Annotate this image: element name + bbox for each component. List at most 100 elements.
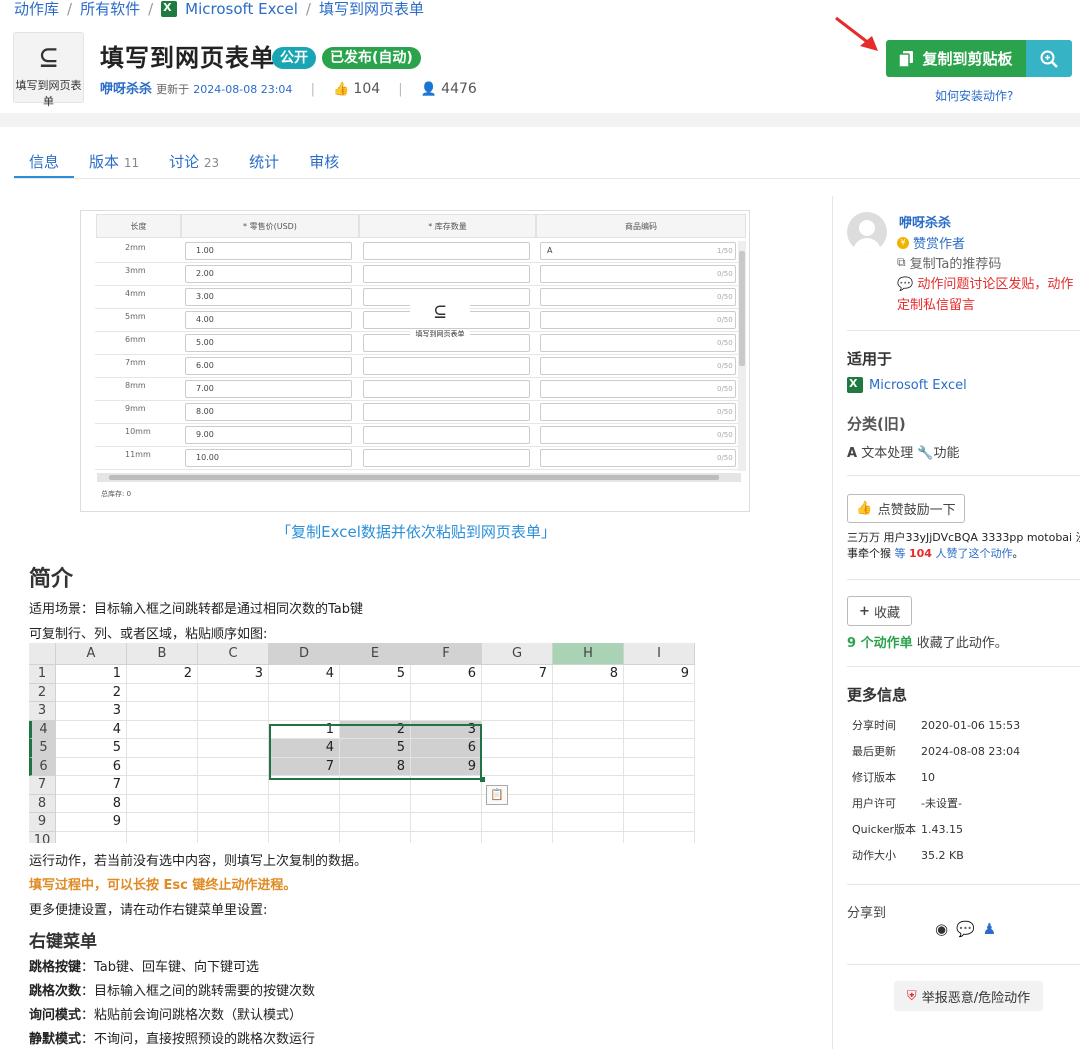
- category-function[interactable]: 功能: [934, 446, 960, 461]
- report-button[interactable]: ⛨ 举报恶意/危险动作: [894, 981, 1043, 1011]
- praise-author-link[interactable]: ¥ 赞赏作者: [897, 233, 965, 252]
- row-label: 2mm: [125, 243, 146, 252]
- action-logo-caption: 填写到网页表单: [15, 79, 82, 108]
- code-input: [540, 380, 736, 398]
- tab-discussion[interactable]: 讨论 23: [154, 147, 234, 179]
- price-input: 4.00: [185, 311, 352, 329]
- price-input: 3.00: [185, 288, 352, 306]
- tab-label: 版本: [89, 153, 120, 171]
- breadcrumb-current-action[interactable]: 填写到网页表单: [319, 0, 424, 19]
- excel-cell: 3: [56, 702, 127, 721]
- info-key: 最后更新: [852, 745, 896, 758]
- tab-info[interactable]: 信息: [14, 147, 75, 179]
- excel-cell: 6: [56, 757, 127, 776]
- excel-cell: [553, 776, 624, 795]
- meta-divider: |: [310, 82, 315, 97]
- excel-icon: [847, 377, 863, 393]
- excel-cell: [269, 702, 340, 721]
- overlay-logo-icon: ⊆: [410, 299, 470, 323]
- excel-cell: [624, 776, 695, 795]
- excel-cell: [198, 831, 269, 843]
- web-form-screenshot: 长度 * 零售价(USD) * 库存数量 商品编码 2mm 1.00 A 1/50 3m…: [80, 210, 750, 512]
- tab-label: 信息: [29, 153, 60, 171]
- likers-names: 三万万 用户33yJjDVcBQA 3333pp motobai 沙: [847, 531, 1080, 544]
- excel-column-header: E: [340, 643, 411, 665]
- applies-excel-link[interactable]: Microsoft Excel: [847, 377, 967, 393]
- excel-cell: [198, 739, 269, 758]
- copy-to-clipboard-button[interactable]: 复制到剪贴板: [886, 40, 1026, 77]
- info-value: -未设置-: [921, 797, 962, 810]
- favorite-button[interactable]: + 收藏: [847, 596, 912, 626]
- sidebar-author-link[interactable]: 咿呀杀杀: [899, 212, 951, 231]
- excel-cell: [269, 831, 340, 843]
- updated-label: 更新于: [156, 83, 190, 96]
- excel-row-header: 4: [29, 720, 56, 739]
- category-text-processing[interactable]: 文本处理: [861, 446, 913, 461]
- sidebar-divider: [847, 330, 1080, 331]
- context-menu-heading: 右键菜单: [29, 932, 97, 952]
- copy-icon: [899, 50, 914, 67]
- copy-button-label: 复制到剪贴板: [922, 50, 1013, 68]
- info-value: 1.43.15: [921, 823, 963, 836]
- breadcrumb-excel[interactable]: Microsoft Excel: [185, 0, 298, 18]
- breadcrumb-all-software[interactable]: 所有软件: [80, 0, 140, 19]
- sidebar-divider: [847, 475, 1080, 476]
- excel-cell: [198, 776, 269, 795]
- tab-statistics[interactable]: 统计: [234, 147, 294, 179]
- tab-label: 审核: [309, 153, 340, 171]
- row-label: 5mm: [125, 312, 146, 321]
- weibo-icon[interactable]: ◉: [935, 920, 948, 938]
- stock-input: [363, 357, 530, 375]
- how-to-install-link[interactable]: 如何安装动作?: [935, 87, 1013, 104]
- excel-cell: 5: [56, 739, 127, 758]
- stock-input: [363, 265, 530, 283]
- excel-cell: [553, 739, 624, 758]
- breadcrumb-action-library[interactable]: 动作库: [14, 0, 59, 19]
- form-row: 9mm 8.00 0/50: [95, 401, 741, 424]
- excel-column-header: H: [553, 643, 624, 665]
- likers-link[interactable]: 等 104 人赞了这个动作: [895, 547, 1013, 560]
- tab-versions[interactable]: 版本 11: [74, 147, 154, 179]
- excel-cell: 6: [411, 665, 482, 684]
- excel-cell: [624, 720, 695, 739]
- excel-cell: 4: [269, 665, 340, 684]
- author-link[interactable]: 咿呀杀杀: [100, 82, 152, 97]
- excel-cell: 9: [624, 665, 695, 684]
- info-row: 最后更新 2024-08-08 23:04: [852, 743, 1020, 759]
- excel-cell: [340, 831, 411, 843]
- stock-input: [363, 403, 530, 421]
- copy-referral-label: 复制Ta的推荐码: [909, 257, 1002, 272]
- breadcrumb-separator: /: [67, 0, 73, 18]
- qq-icon[interactable]: ♟: [983, 920, 996, 938]
- breadcrumb-separator: /: [148, 0, 154, 18]
- tab-underline: [14, 178, 1080, 179]
- excel-row-header: 5: [29, 739, 56, 758]
- stock-input: [363, 380, 530, 398]
- excel-cell: [624, 702, 695, 721]
- info-row: 分享时间 2020-01-06 15:53: [852, 717, 1020, 733]
- author-avatar[interactable]: [847, 212, 887, 252]
- favorite-lists-link[interactable]: 9 个动作单: [847, 636, 913, 651]
- char-counter: 0/50: [717, 293, 733, 301]
- row-label: 9mm: [125, 404, 146, 413]
- excel-cell: [198, 720, 269, 739]
- excel-cell: [553, 683, 624, 702]
- likers-link-prefix: 等: [894, 547, 906, 560]
- row-label: 7mm: [125, 358, 146, 367]
- like-button[interactable]: 👍 点赞鼓励一下: [847, 494, 965, 523]
- copy-referral-link[interactable]: ⧉ 复制Ta的推荐码: [897, 253, 1001, 272]
- tab-review[interactable]: 审核: [294, 147, 354, 179]
- price-input: 9.00: [185, 426, 352, 444]
- form-row: 3mm 2.00 0/50: [95, 263, 741, 286]
- column-header: * 零售价(USD): [181, 214, 359, 238]
- excel-cell: [624, 739, 695, 758]
- price-input: 5.00: [185, 334, 352, 352]
- wechat-icon[interactable]: 💬: [956, 920, 975, 938]
- price-input: 8.00: [185, 403, 352, 421]
- price-input: 2.00: [185, 265, 352, 283]
- excel-column-header: F: [411, 643, 482, 665]
- menu-item: 跳格按键：Tab键、回车键、向下键可选: [29, 956, 259, 975]
- preview-button[interactable]: [1026, 40, 1072, 77]
- excel-row-header: 3: [29, 702, 56, 721]
- row-label: 3mm: [125, 266, 146, 275]
